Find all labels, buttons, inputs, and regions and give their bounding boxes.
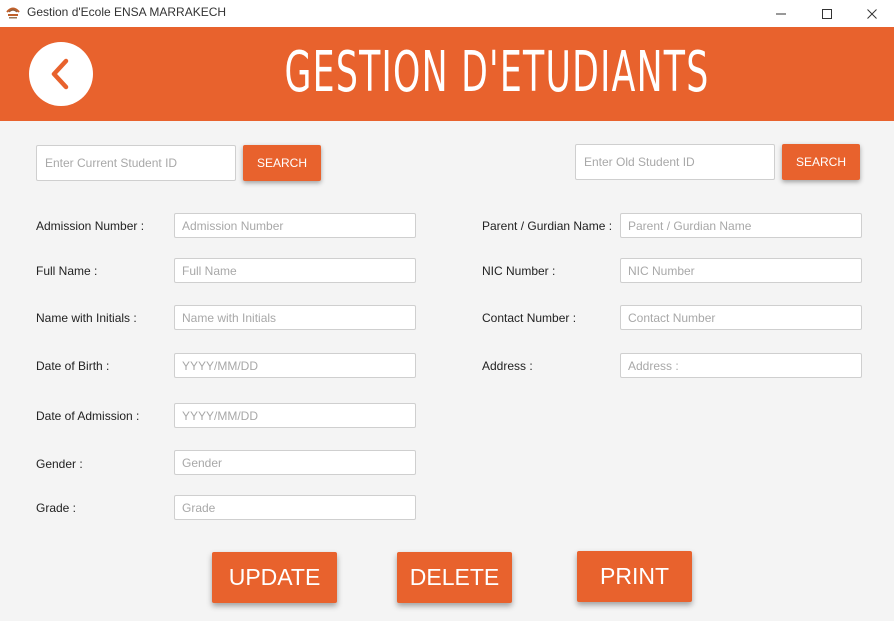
date-of-admission-label: Date of Admission :: [36, 409, 140, 423]
page-title: GESTION D'ETUDIANTS: [284, 40, 710, 105]
search-old-button[interactable]: SEARCH: [782, 144, 860, 180]
grade-input[interactable]: [174, 495, 416, 520]
gender-label: Gender :: [36, 457, 83, 471]
current-student-id-input[interactable]: [36, 145, 236, 181]
date-of-birth-input[interactable]: [174, 353, 416, 378]
print-button[interactable]: PRINT: [577, 551, 692, 602]
close-icon: [867, 8, 877, 19]
parent-guardian-name-label: Parent / Gurdian Name :: [482, 219, 613, 233]
old-student-id-input[interactable]: [575, 144, 775, 180]
date-of-admission-input[interactable]: [174, 403, 416, 428]
address-label: Address :: [482, 359, 533, 373]
date-of-birth-label: Date of Birth :: [36, 359, 110, 373]
name-with-initials-input[interactable]: [174, 305, 416, 330]
nic-number-label: NIC Number :: [482, 264, 556, 278]
full-name-input[interactable]: [174, 258, 416, 283]
search-current-button[interactable]: SEARCH: [243, 145, 321, 181]
update-button[interactable]: UPDATE: [212, 552, 337, 603]
parent-guardian-name-input[interactable]: [620, 213, 862, 238]
grade-label: Grade :: [36, 501, 77, 515]
back-button[interactable]: [29, 42, 93, 106]
contact-number-input[interactable]: [620, 305, 862, 330]
nic-number-input[interactable]: [620, 258, 862, 283]
maximize-icon: [822, 8, 832, 19]
contact-number-label: Contact Number :: [482, 311, 577, 325]
window-title: Gestion d'Ecole ENSA MARRAKECH: [27, 5, 227, 19]
address-input[interactable]: [620, 353, 862, 378]
minimize-icon: [776, 13, 786, 14]
gender-input[interactable]: [174, 450, 416, 475]
window-titlebar: Gestion d'Ecole ENSA MARRAKECH: [0, 0, 894, 27]
chevron-left-icon: [51, 58, 69, 90]
full-name-label: Full Name :: [36, 264, 98, 278]
maximize-button[interactable]: [804, 0, 850, 27]
name-with-initials-label: Name with Initials :: [36, 311, 137, 325]
delete-button[interactable]: DELETE: [397, 552, 512, 603]
app-logo-icon: [6, 7, 20, 19]
minimize-button[interactable]: [758, 0, 804, 27]
close-button[interactable]: [849, 0, 894, 27]
admission-number-label: Admission Number :: [36, 219, 145, 233]
page-header: GESTION D'ETUDIANTS: [0, 27, 894, 121]
admission-number-input[interactable]: [174, 213, 416, 238]
